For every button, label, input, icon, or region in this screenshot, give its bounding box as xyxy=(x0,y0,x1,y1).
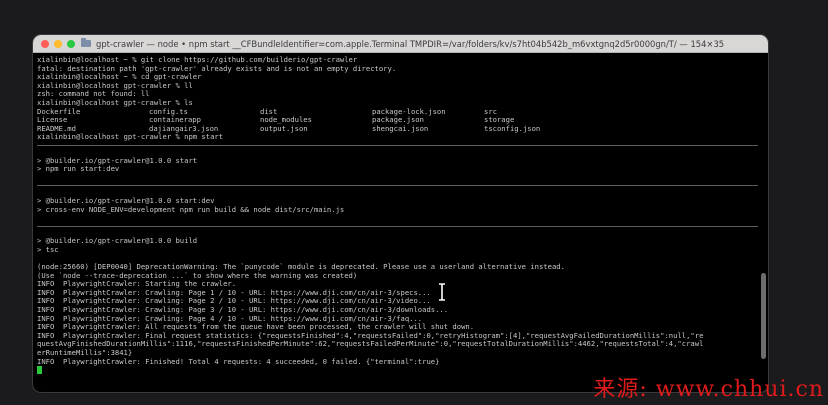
output-line: erRuntimeMillis":3841} xyxy=(37,349,133,357)
close-button[interactable] xyxy=(41,39,49,48)
output-line: > tsc xyxy=(37,245,59,254)
scrollbar-thumb[interactable] xyxy=(761,273,766,359)
output-line: > @builder.io/gpt-crawler@1.0.0 start:de… xyxy=(37,196,215,205)
command-divider xyxy=(37,185,758,187)
ls-entry: dajiangair3.json xyxy=(149,123,219,133)
output-line: INFO PlaywrightCrawler: Starting the cra… xyxy=(37,280,237,289)
output-line: (node:25660) [DEP0040] DeprecationWarnin… xyxy=(37,263,565,272)
command-divider xyxy=(37,144,758,146)
ibeam-cursor-icon xyxy=(439,283,445,301)
output-line: INFO PlaywrightCrawler: Final request st… xyxy=(37,331,704,340)
output-line: > @builder.io/gpt-crawler@1.0.0 start xyxy=(37,156,198,165)
zoom-button[interactable] xyxy=(67,39,75,48)
terminal-window: gpt-crawler — node • npm start __CFBundl… xyxy=(33,35,768,392)
title-bar[interactable]: gpt-crawler — node • npm start __CFBundl… xyxy=(33,35,768,53)
minimize-button[interactable] xyxy=(54,39,62,48)
terminal-output[interactable]: xialinbin@localhost ~ % git clone https:… xyxy=(37,56,758,388)
command-divider xyxy=(37,225,758,227)
output-line: INFO PlaywrightCrawler: Crawling: Page 2… xyxy=(37,297,431,306)
output-line: zsh: command not found: ll xyxy=(37,90,150,99)
output-line: INFO PlaywrightCrawler: Crawling: Page 4… xyxy=(37,314,423,323)
output-line: questAvgFinishedDurationMillis":1116,"re… xyxy=(37,340,704,349)
terminal-cursor xyxy=(37,366,42,375)
ls-entry: shengcai.json xyxy=(372,123,429,133)
window-title: gpt-crawler — node • npm start __CFBundl… xyxy=(96,38,725,49)
output-line: INFO PlaywrightCrawler: Crawling: Page 1… xyxy=(37,288,431,297)
output-line: xialinbin@localhost gpt-crawler % npm st… xyxy=(37,133,224,142)
watermark: 来源: www.chhui.cn xyxy=(593,377,824,402)
output-line: INFO PlaywrightCrawler: Crawling: Page 3… xyxy=(37,306,449,315)
output-line: INFO PlaywrightCrawler: Finished! Total … xyxy=(37,357,440,366)
output-line: (Use `node --trace-deprecation ...` to s… xyxy=(37,271,358,280)
ls-entry: output.json xyxy=(260,123,308,133)
folder-icon xyxy=(81,38,91,47)
output-line: xialinbin@localhost ~ % git clone https:… xyxy=(37,56,358,64)
traffic-lights xyxy=(33,39,75,48)
output-line: xialinbin@localhost ~ % cd gpt-crawler xyxy=(37,73,202,82)
ls-entry: tsconfig.json xyxy=(484,123,541,133)
output-line: > npm run start:dev xyxy=(37,165,120,174)
output-line: fatal: destination path 'gpt-crawler' al… xyxy=(37,64,397,73)
output-line: xialinbin@localhost gpt-crawler % ll xyxy=(37,81,193,90)
output-line: INFO PlaywrightCrawler: All requests fro… xyxy=(37,323,475,332)
output-line: > @builder.io/gpt-crawler@1.0.0 build xyxy=(37,237,198,246)
ls-entry: README.md xyxy=(37,123,76,133)
output-line: > cross-env NODE_ENV=development npm run… xyxy=(37,205,345,214)
ls-row: README.md dajiangair3.json output.json s… xyxy=(37,123,758,134)
